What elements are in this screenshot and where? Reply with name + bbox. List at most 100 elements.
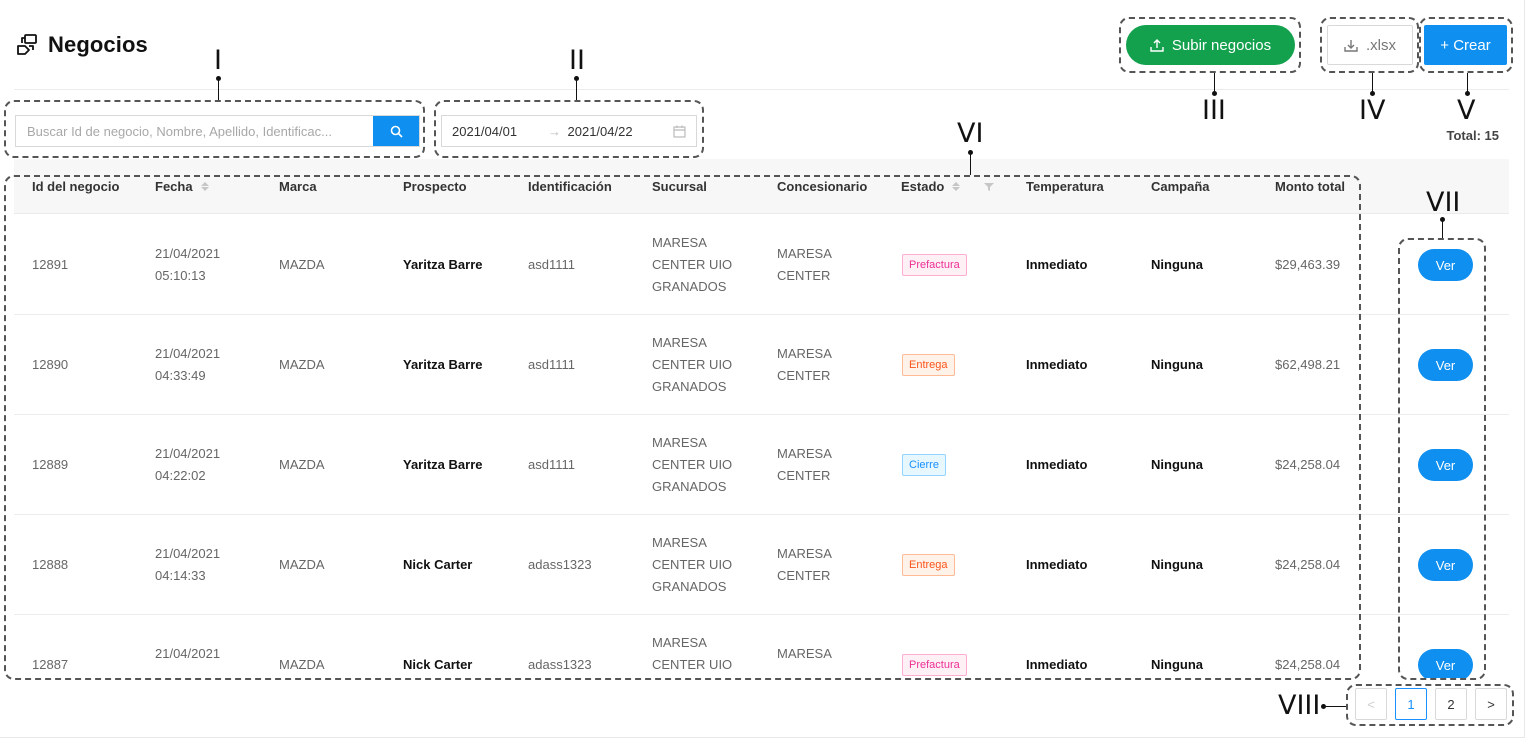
annotation-label-2: II (569, 45, 585, 76)
annotation-label-6: VI (957, 118, 984, 149)
annotation-stem (970, 152, 971, 175)
view-button[interactable]: Ver (1418, 549, 1473, 581)
annotation-dot (1212, 91, 1217, 96)
cell-sucursal-1: MARESA (652, 335, 707, 350)
handshake-icon (17, 34, 37, 55)
cell-campana: Ninguna (1151, 357, 1203, 372)
cell-concesionario-1: MARESA (777, 546, 832, 561)
column-fecha[interactable]: Fecha (155, 179, 209, 194)
cell-marca: MAZDA (279, 657, 325, 672)
status-badge: Prefactura (902, 254, 967, 276)
annotation-stem (1467, 73, 1468, 93)
create-deal-button[interactable]: + Crear (1424, 25, 1507, 65)
pagination-page-1[interactable]: 1 (1395, 688, 1427, 720)
annotation-stem (1214, 73, 1215, 93)
cell-marca: MAZDA (279, 257, 325, 272)
date-arrow-icon: → (548, 123, 562, 139)
cell-concesionario-2: CENTER (777, 468, 831, 483)
date-range-picker[interactable]: 2021/04/01 → 2021/04/22 (441, 115, 697, 147)
cell-identificacion: asd1111 (528, 457, 575, 472)
calendar-icon (673, 125, 686, 138)
cell-campana: Ninguna (1151, 457, 1203, 472)
cell-marca: MAZDA (279, 357, 325, 372)
annotation-label-3: III (1202, 95, 1226, 126)
pagination-next[interactable]: > (1475, 688, 1507, 720)
cell-marca: MAZDA (279, 457, 325, 472)
cell-monto: $29,463.39 (1275, 257, 1341, 272)
cell-id: 12891 (32, 257, 69, 272)
cell-fecha-time: 04:33:49 (155, 368, 206, 383)
annotation-label-8: VIII (1278, 690, 1321, 721)
cell-sucursal-2: CENTER UIO (652, 457, 733, 472)
cell-fecha-time: 05:10:13 (155, 268, 206, 283)
cell-concesionario-2: CENTER (777, 568, 831, 583)
cell-temperatura: Inmediato (1026, 457, 1088, 472)
view-button[interactable]: Ver (1418, 449, 1473, 481)
column-campana: Campaña (1151, 179, 1210, 194)
cell-fecha-time: 04:14:33 (155, 568, 206, 583)
search-button[interactable] (373, 116, 419, 146)
cell-sucursal-1: MARESA (652, 535, 707, 550)
view-button[interactable]: Ver (1418, 349, 1473, 381)
annotation-stem (218, 78, 219, 100)
cell-prospecto: Nick Carter (403, 657, 473, 672)
cell-fecha-date: 21/04/2021 (155, 246, 221, 261)
table-row: 12889 21/04/2021 04:22:02 MAZDA Yaritza … (14, 415, 1509, 515)
view-button[interactable]: Ver (1418, 649, 1473, 678)
export-xlsx-label: .xlsx (1366, 36, 1396, 54)
filter-icon[interactable] (984, 182, 995, 192)
status-badge: Prefactura (902, 654, 967, 676)
column-identificacion: Identificación (528, 179, 612, 194)
column-estado[interactable]: Estado (901, 179, 995, 194)
export-xlsx-button[interactable]: .xlsx (1327, 25, 1413, 65)
cell-fecha-date: 21/04/2021 (155, 546, 221, 561)
date-end[interactable]: 2021/04/22 (568, 124, 668, 139)
view-button[interactable]: Ver (1418, 249, 1473, 281)
cell-sucursal-3: GRANADOS (652, 279, 727, 294)
search-input[interactable] (16, 116, 373, 146)
cell-monto: $24,258.04 (1275, 657, 1341, 672)
cell-monto: $62,498.21 (1275, 357, 1341, 372)
cell-prospecto: Yaritza Barre (403, 357, 483, 372)
total-count: Total: 15 (1446, 128, 1500, 143)
cell-identificacion: adass1323 (528, 657, 592, 672)
cell-prospecto: Yaritza Barre (403, 457, 483, 472)
pagination-page-2[interactable]: 2 (1435, 688, 1467, 720)
annotation-stem (1442, 219, 1443, 238)
search-icon (390, 125, 403, 138)
header-divider (14, 89, 1509, 90)
cell-sucursal-2: CENTER UIO (652, 557, 733, 572)
cell-sucursal-1: MARESA (652, 635, 707, 650)
column-temperatura: Temperatura (1026, 179, 1104, 194)
cell-id: 12889 (32, 457, 69, 472)
cell-monto: $24,258.04 (1275, 457, 1341, 472)
status-badge: Entrega (902, 554, 955, 576)
upload-deals-button[interactable]: Subir negocios (1126, 25, 1295, 65)
annotation-stem (1372, 73, 1373, 93)
search-bar (15, 115, 420, 147)
annotation-label-7: VII (1426, 187, 1461, 218)
cell-fecha-date: 21/04/2021 (155, 446, 221, 461)
cell-sucursal-2: CENTER UIO (652, 657, 733, 672)
sort-icon[interactable] (200, 182, 209, 191)
page-title: Negocios (48, 32, 148, 57)
pagination-prev[interactable]: < (1355, 688, 1387, 720)
cell-campana: Ninguna (1151, 257, 1203, 272)
cell-campana: Ninguna (1151, 557, 1203, 572)
column-monto: Monto total (1275, 179, 1346, 194)
cell-identificacion: asd1111 (528, 357, 575, 372)
column-prospecto: Prospecto (403, 179, 467, 194)
table-row: 12891 21/04/2021 05:10:13 MAZDA Yaritza … (14, 215, 1509, 315)
cell-sucursal-3: GRANADOS (652, 379, 727, 394)
cell-id: 12890 (32, 357, 69, 372)
annotation-stem (1325, 706, 1346, 707)
cell-monto: $24,258.04 (1275, 557, 1341, 572)
cell-concesionario-1: MARESA (777, 346, 832, 361)
cell-id: 12887 (32, 657, 69, 672)
date-start[interactable]: 2021/04/01 (452, 124, 544, 139)
sort-icon[interactable] (952, 182, 961, 191)
cell-prospecto: Nick Carter (403, 557, 473, 572)
cell-concesionario-1: MARESA (777, 446, 832, 461)
annotation-dot (1465, 91, 1470, 96)
cell-identificacion: asd1111 (528, 257, 575, 272)
